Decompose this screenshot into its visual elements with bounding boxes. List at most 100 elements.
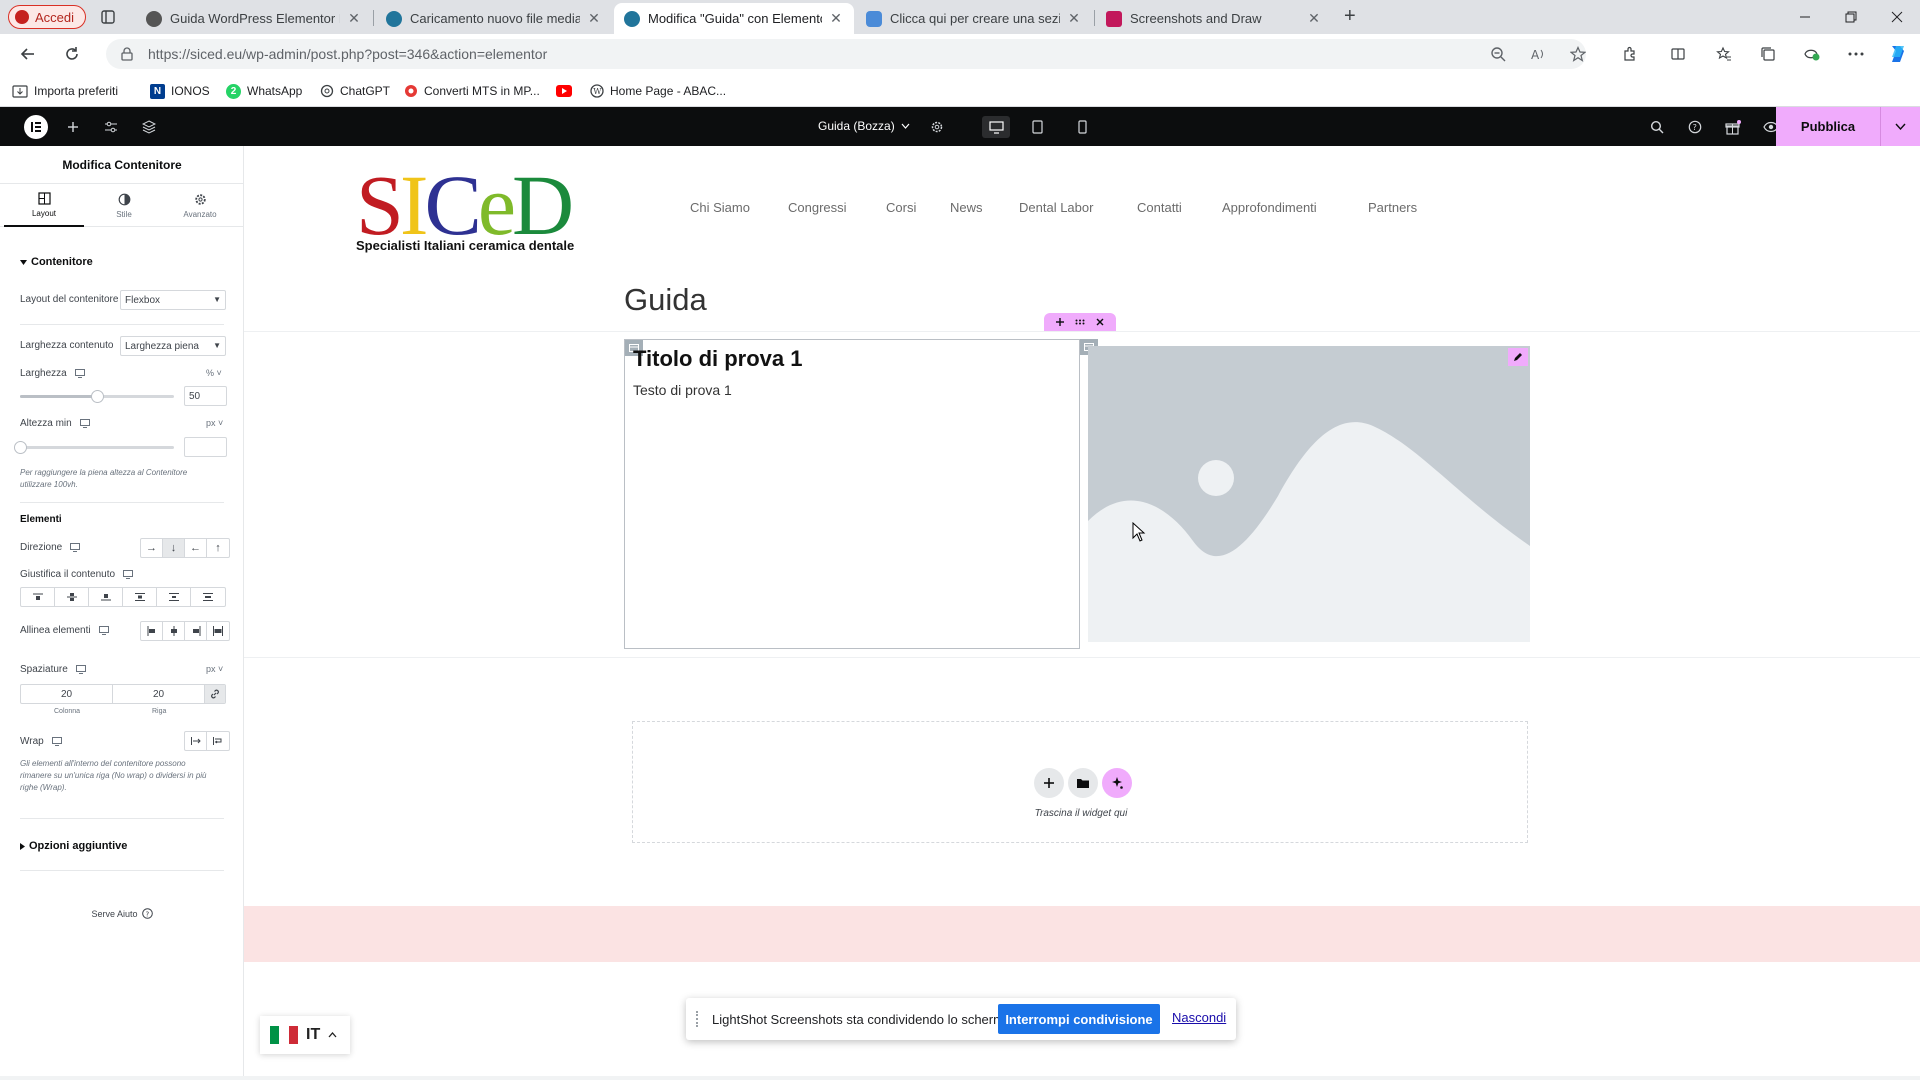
browser-tab[interactable]: Screenshots and Draw ✕: [1096, 3, 1332, 34]
nav-link-contatti[interactable]: Contatti: [1137, 200, 1182, 215]
site-settings-icon[interactable]: [100, 116, 122, 138]
copilot-icon[interactable]: [1886, 42, 1910, 66]
align-center-icon[interactable]: [163, 622, 185, 640]
stop-sharing-button[interactable]: Interrompi condivisione: [998, 1004, 1160, 1034]
justify-center-icon[interactable]: [55, 588, 89, 606]
gap-unit-select[interactable]: px ˅: [206, 664, 223, 674]
add-section-icon[interactable]: [1055, 318, 1064, 326]
tab-close-icon[interactable]: ✕: [586, 10, 602, 27]
container-layout-select[interactable]: Flexbox ▼: [120, 290, 226, 310]
responsive-desktop-icon[interactable]: [70, 543, 81, 552]
hide-banner-link[interactable]: Nascondi: [1172, 1010, 1226, 1025]
justify-space-evenly-icon[interactable]: [191, 588, 225, 606]
responsive-desktop-icon[interactable]: [79, 419, 90, 428]
tab-close-icon[interactable]: ✕: [1306, 10, 1322, 27]
image-placeholder[interactable]: [1088, 346, 1530, 642]
responsive-desktop-icon[interactable]: [75, 665, 86, 674]
tab-actions-icon[interactable]: [100, 9, 116, 25]
nav-link-corsi[interactable]: Corsi: [886, 200, 916, 215]
min-height-slider[interactable]: [14, 441, 174, 454]
link-values-icon[interactable]: [205, 685, 225, 703]
min-height-slider-handle[interactable]: [14, 441, 27, 454]
browser-tab-active[interactable]: Modifica "Guida" con Elementor ✕: [614, 3, 854, 34]
responsive-desktop-icon[interactable]: [74, 369, 85, 378]
favorite-star-icon[interactable]: [1566, 42, 1590, 66]
justify-end-icon[interactable]: [89, 588, 123, 606]
add-element-icon[interactable]: [62, 116, 84, 138]
align-start-icon[interactable]: [141, 622, 163, 640]
responsive-desktop-icon[interactable]: [51, 737, 62, 746]
bookmark-ionos[interactable]: N IONOS: [150, 82, 210, 100]
delete-section-icon[interactable]: [1096, 318, 1104, 326]
read-aloud-icon[interactable]: A: [1526, 42, 1550, 66]
drag-grip-icon[interactable]: [696, 1011, 702, 1027]
help-circle-icon[interactable]: ?: [1684, 116, 1706, 138]
tab-close-icon[interactable]: ✕: [346, 10, 362, 27]
direction-row-button[interactable]: →: [141, 539, 163, 557]
language-switcher[interactable]: IT: [260, 1016, 350, 1054]
section-toggle-container[interactable]: Contenitore: [20, 256, 93, 268]
elementor-logo-icon[interactable]: [24, 115, 48, 139]
widget-drop-zone[interactable]: Trascina il widget qui: [632, 721, 1528, 843]
back-arrow-icon[interactable]: [16, 42, 40, 66]
justify-start-icon[interactable]: [21, 588, 55, 606]
direction-column-reverse-button[interactable]: ↑: [207, 539, 229, 557]
width-number-input[interactable]: 50: [184, 386, 227, 406]
lock-icon[interactable]: [120, 47, 134, 61]
minimize-icon[interactable]: [1782, 0, 1828, 34]
bookmark-import[interactable]: Importa preferiti: [12, 82, 118, 100]
text-editor-widget[interactable]: Testo di prova 1: [633, 382, 732, 398]
width-slider[interactable]: [20, 390, 174, 403]
no-wrap-icon[interactable]: [185, 732, 207, 750]
profile-button[interactable]: Accedi: [8, 5, 86, 29]
align-end-icon[interactable]: [185, 622, 207, 640]
gap-row-input[interactable]: 20: [113, 685, 205, 703]
bookmark-whatsapp[interactable]: 2 WhatsApp: [226, 82, 302, 100]
align-stretch-icon[interactable]: [207, 622, 229, 640]
publish-options-chevron-icon[interactable]: [1880, 107, 1920, 146]
browser-essentials-icon[interactable]: [1800, 42, 1824, 66]
edit-widget-pencil-icon[interactable]: [1508, 348, 1528, 366]
finder-search-icon[interactable]: [1646, 116, 1668, 138]
bookmark-chatgpt[interactable]: ChatGPT: [320, 82, 390, 100]
min-height-unit-select[interactable]: px ˅: [206, 418, 223, 428]
browser-tab[interactable]: Clicca qui per creare una sezione ✕: [856, 3, 1092, 34]
wrap-icon[interactable]: [207, 732, 229, 750]
nav-link-congressi[interactable]: Congressi: [788, 200, 847, 215]
more-menu-icon[interactable]: [1844, 42, 1868, 66]
address-bar[interactable]: https://siced.eu/wp-admin/post.php?post=…: [106, 39, 1586, 69]
direction-row-reverse-button[interactable]: ←: [185, 539, 207, 557]
tab-advanced[interactable]: Avanzato: [160, 184, 240, 227]
section-toggle-additional[interactable]: Opzioni aggiuntive: [20, 840, 127, 852]
responsive-desktop-icon[interactable]: [98, 626, 109, 635]
heading-widget[interactable]: Titolo di prova 1: [633, 346, 803, 372]
content-width-select[interactable]: Larghezza piena ▼: [120, 336, 226, 356]
tab-layout[interactable]: Layout: [4, 184, 84, 227]
browser-tab[interactable]: Guida WordPress Elementor Princ ✕: [136, 3, 372, 34]
bookmark-converter[interactable]: Converti MTS in MP...: [404, 82, 540, 100]
nav-link-dental-labor[interactable]: Dental Labor: [1019, 200, 1093, 215]
justify-space-around-icon[interactable]: [157, 588, 191, 606]
nav-link-approfondimenti[interactable]: Approfondimenti: [1222, 200, 1317, 215]
close-window-icon[interactable]: [1874, 0, 1920, 34]
page-settings-gear-icon[interactable]: [926, 116, 948, 138]
width-unit-select[interactable]: % ˅: [206, 368, 222, 378]
tab-close-icon[interactable]: ✕: [828, 10, 844, 27]
drag-grip-icon[interactable]: [1075, 319, 1085, 325]
bookmark-abac[interactable]: W Home Page - ABAC...: [590, 82, 726, 100]
new-tab-button[interactable]: +: [1344, 5, 1356, 28]
template-library-folder-icon[interactable]: [1068, 768, 1098, 798]
browser-tab[interactable]: Caricamento nuovo file media ‹ E ✕: [376, 3, 612, 34]
zoom-icon[interactable]: [1486, 42, 1510, 66]
gap-column-input[interactable]: 20: [21, 685, 113, 703]
inner-container-left[interactable]: Titolo di prova 1 Testo di prova 1: [624, 339, 1080, 649]
page-title[interactable]: Guida: [624, 282, 707, 318]
min-height-number-input[interactable]: [184, 437, 227, 457]
tablet-device-icon[interactable]: [1026, 116, 1048, 138]
extensions-icon[interactable]: [1618, 42, 1642, 66]
collections-icon[interactable]: [1756, 42, 1780, 66]
document-title-dropdown[interactable]: Guida (Bozza): [818, 119, 910, 133]
split-screen-icon[interactable]: [1666, 42, 1690, 66]
reload-icon[interactable]: [60, 42, 84, 66]
width-slider-handle[interactable]: [91, 390, 104, 403]
